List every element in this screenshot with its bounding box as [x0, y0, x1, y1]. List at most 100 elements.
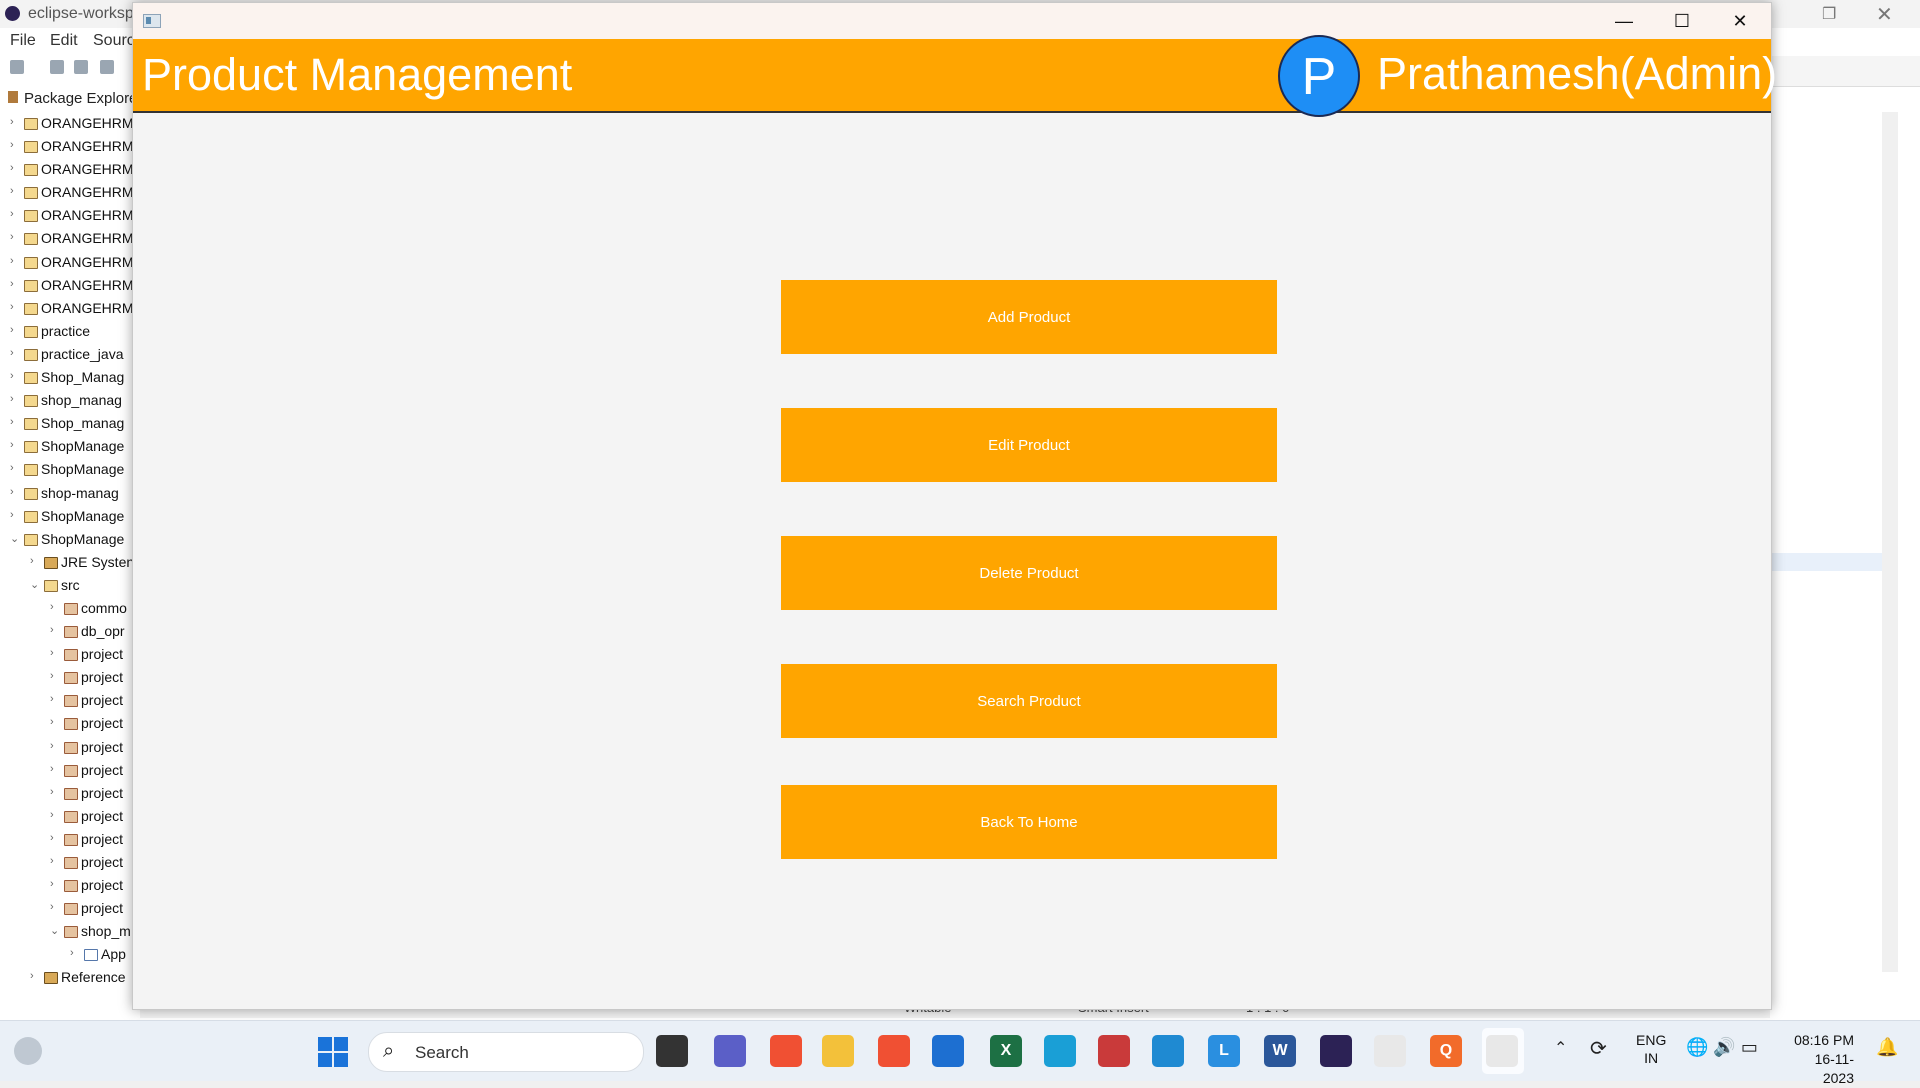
- tree-item[interactable]: › project: [0, 689, 140, 712]
- chevron-right-icon[interactable]: ›: [10, 301, 14, 313]
- weather-icon[interactable]: [14, 1037, 42, 1065]
- new-icon[interactable]: [10, 60, 24, 74]
- tree-item[interactable]: › ORANGEHRM: [0, 274, 140, 297]
- chevron-right-icon[interactable]: ›: [50, 647, 54, 659]
- clock[interactable]: 08:16 PM 16-11-2023: [1786, 1031, 1854, 1088]
- save-all-icon[interactable]: [74, 60, 88, 74]
- tree-item[interactable]: › JRE Systen: [0, 551, 140, 574]
- eclipse-close-icon[interactable]: ✕: [1876, 2, 1893, 27]
- tree-item[interactable]: › ORANGEHRM: [0, 112, 140, 135]
- edit-product-button[interactable]: Edit Product: [781, 408, 1277, 482]
- close-button[interactable]: ✕: [1711, 3, 1769, 39]
- show-hidden-icons-icon[interactable]: ⌃: [1554, 1038, 1567, 1058]
- chevron-right-icon[interactable]: ›: [10, 278, 14, 290]
- start-button[interactable]: [318, 1037, 348, 1067]
- tree-item[interactable]: › project: [0, 851, 140, 874]
- task-view-icon[interactable]: [656, 1035, 688, 1067]
- chevron-right-icon[interactable]: ›: [50, 763, 54, 775]
- chevron-right-icon[interactable]: ›: [10, 439, 14, 451]
- maximize-button[interactable]: ☐: [1653, 3, 1711, 39]
- chevron-right-icon[interactable]: ›: [50, 693, 54, 705]
- notification-bell-icon[interactable]: 🔔: [1876, 1037, 1898, 1058]
- add-product-button[interactable]: Add Product: [781, 280, 1277, 354]
- menu-file[interactable]: File: [10, 32, 36, 50]
- tree-item[interactable]: › project: [0, 874, 140, 897]
- tree-item[interactable]: › project: [0, 828, 140, 851]
- excel-icon[interactable]: X: [990, 1035, 1022, 1067]
- tree-item[interactable]: ⌄ src: [0, 574, 140, 597]
- tree-item[interactable]: › commo: [0, 597, 140, 620]
- editor-scrollbar[interactable]: [1882, 112, 1898, 972]
- chevron-right-icon[interactable]: ›: [50, 809, 54, 821]
- tree-item[interactable]: › ORANGEHRM: [0, 251, 140, 274]
- teams-chat-icon[interactable]: [714, 1035, 746, 1067]
- tree-item[interactable]: › ShopManage: [0, 505, 140, 528]
- menu-source[interactable]: Sourc: [93, 32, 135, 50]
- tree-item[interactable]: › project: [0, 736, 140, 759]
- java-icon-1[interactable]: [1374, 1035, 1406, 1067]
- chevron-right-icon[interactable]: ›: [50, 601, 54, 613]
- vscode-icon[interactable]: [1152, 1035, 1184, 1067]
- chevron-right-icon[interactable]: ›: [50, 624, 54, 636]
- chevron-right-icon[interactable]: ›: [10, 255, 14, 267]
- q-app-icon[interactable]: Q: [1430, 1035, 1462, 1067]
- tree-item[interactable]: › Shop_manag: [0, 412, 140, 435]
- chevron-right-icon[interactable]: ›: [10, 116, 14, 128]
- chevron-right-icon[interactable]: ›: [10, 231, 14, 243]
- chevron-right-icon[interactable]: ›: [50, 878, 54, 890]
- tree-item[interactable]: › ShopManage: [0, 458, 140, 481]
- chevron-right-icon[interactable]: ›: [50, 855, 54, 867]
- chevron-right-icon[interactable]: ›: [50, 740, 54, 752]
- chevron-right-icon[interactable]: ›: [30, 970, 34, 982]
- tree-item[interactable]: › db_opr: [0, 620, 140, 643]
- chevron-right-icon[interactable]: ›: [10, 162, 14, 174]
- chevron-right-icon[interactable]: ›: [50, 716, 54, 728]
- chevron-right-icon[interactable]: ›: [10, 509, 14, 521]
- chevron-down-icon[interactable]: ⌄: [50, 924, 59, 937]
- eclipse-restore-icon[interactable]: ❐: [1822, 4, 1836, 24]
- tree-item[interactable]: › ORANGEHRM: [0, 227, 140, 250]
- chevron-down-icon[interactable]: ⌄: [10, 532, 19, 545]
- tree-item[interactable]: › ORANGEHRM: [0, 204, 140, 227]
- tree-item[interactable]: › project: [0, 897, 140, 920]
- tree-item[interactable]: › project: [0, 643, 140, 666]
- chevron-right-icon[interactable]: ›: [70, 947, 74, 959]
- chevron-right-icon[interactable]: ›: [30, 555, 34, 567]
- chevron-right-icon[interactable]: ›: [10, 462, 14, 474]
- tree-item[interactable]: › Reference: [0, 966, 140, 989]
- tree-item[interactable]: › ORANGEHRM: [0, 158, 140, 181]
- chevron-right-icon[interactable]: ›: [10, 347, 14, 359]
- word-icon[interactable]: W: [1264, 1035, 1296, 1067]
- tree-item[interactable]: › shop-manag: [0, 482, 140, 505]
- chevron-right-icon[interactable]: ›: [50, 901, 54, 913]
- tree-item[interactable]: ⌄ shop_m: [0, 920, 140, 943]
- menu-edit[interactable]: Edit: [50, 32, 78, 50]
- taskbar-search[interactable]: ⌕ Search: [368, 1032, 644, 1072]
- chevron-right-icon[interactable]: ›: [50, 670, 54, 682]
- chevron-right-icon[interactable]: ›: [10, 208, 14, 220]
- tree-item[interactable]: › project: [0, 666, 140, 689]
- tree-item[interactable]: › practice: [0, 320, 140, 343]
- file-explorer-icon[interactable]: [822, 1035, 854, 1067]
- save-icon[interactable]: [50, 60, 64, 74]
- back-to-home-button[interactable]: Back To Home: [781, 785, 1277, 859]
- tree-item[interactable]: › Shop_Manag: [0, 366, 140, 389]
- tree-item[interactable]: › ORANGEHRM: [0, 181, 140, 204]
- network-volume-battery-icon[interactable]: 🌐 🔊 ▭: [1686, 1037, 1758, 1058]
- chevron-right-icon[interactable]: ›: [50, 786, 54, 798]
- tree-item[interactable]: › project: [0, 759, 140, 782]
- tree-item[interactable]: › ShopManage: [0, 435, 140, 458]
- git-icon-2[interactable]: [878, 1035, 910, 1067]
- git-icon-1[interactable]: [770, 1035, 802, 1067]
- tree-item[interactable]: › ORANGEHRM: [0, 297, 140, 320]
- launcher-l-icon[interactable]: L: [1208, 1035, 1240, 1067]
- edge-icon[interactable]: [1044, 1035, 1076, 1067]
- tree-item[interactable]: ⌄ ShopManage: [0, 528, 140, 551]
- tree-item[interactable]: › practice_java: [0, 343, 140, 366]
- chevron-right-icon[interactable]: ›: [10, 370, 14, 382]
- tree-item[interactable]: › App: [0, 943, 140, 966]
- chevron-right-icon[interactable]: ›: [50, 832, 54, 844]
- mail-icon[interactable]: [932, 1035, 964, 1067]
- language-indicator[interactable]: ENG IN: [1636, 1031, 1666, 1067]
- delete-product-button[interactable]: Delete Product: [781, 536, 1277, 610]
